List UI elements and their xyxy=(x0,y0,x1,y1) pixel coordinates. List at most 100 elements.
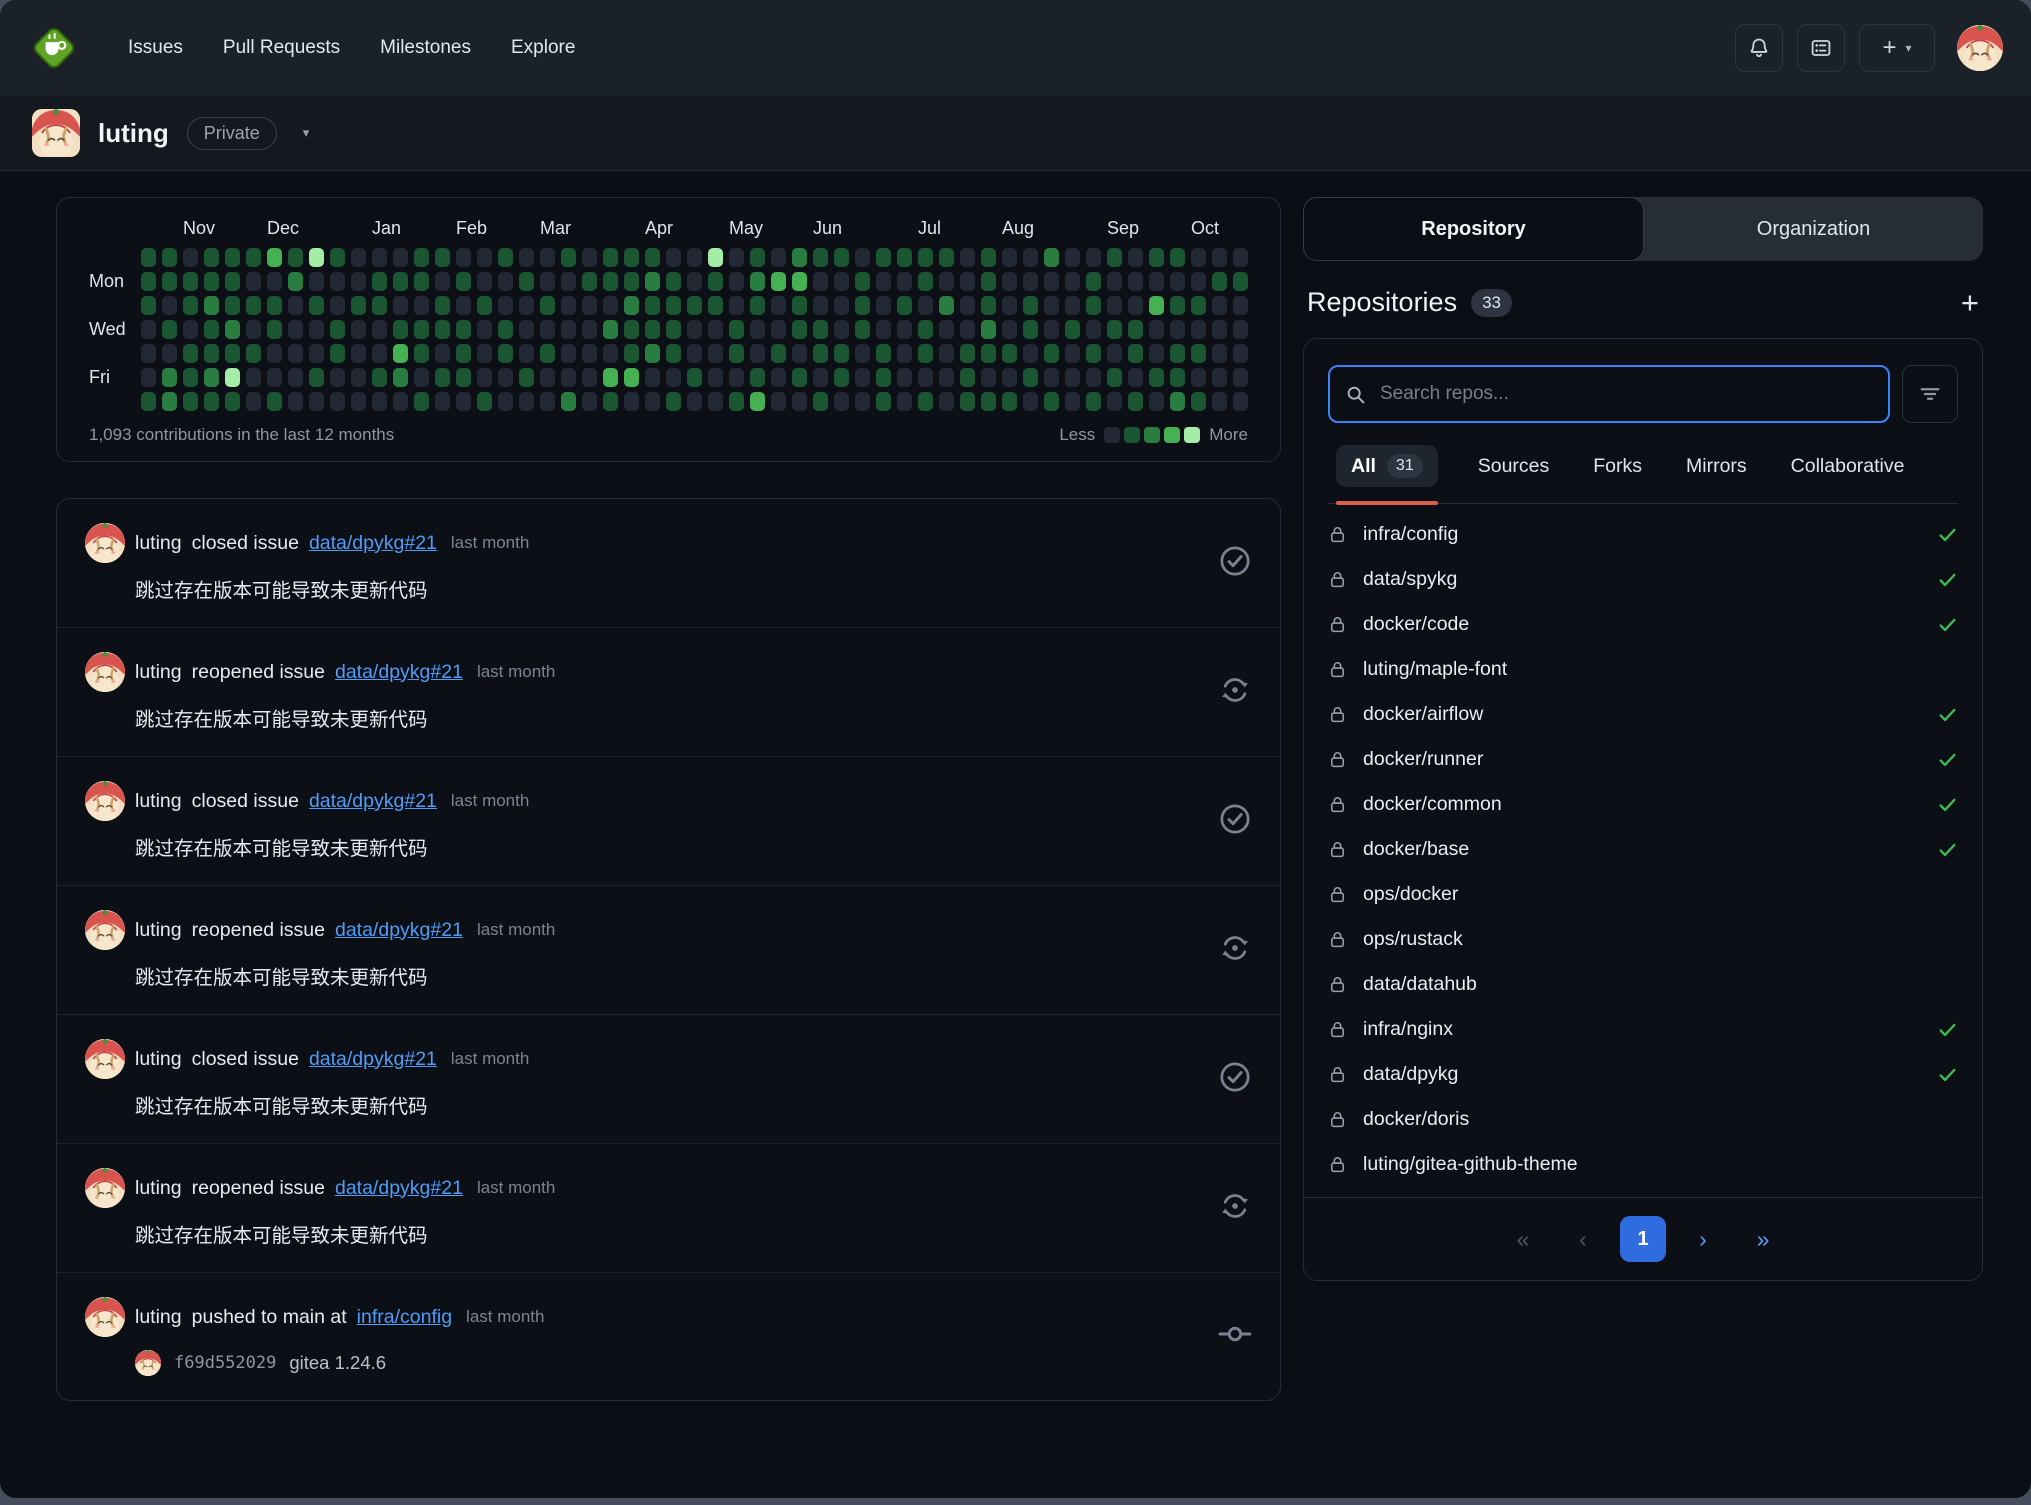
heatmap-cell xyxy=(624,248,639,267)
user-avatar[interactable] xyxy=(1957,25,2003,71)
actor-name[interactable]: luting xyxy=(135,1306,182,1329)
notifications-button[interactable] xyxy=(1735,24,1783,72)
filter-tab-forks[interactable]: Forks xyxy=(1589,446,1646,503)
filter-tab-all[interactable]: All31 xyxy=(1336,445,1438,503)
feed-repo-link[interactable]: data/dpykg#21 xyxy=(335,1177,463,1200)
heatmap-cell xyxy=(771,320,786,339)
page-1-button[interactable]: 1 xyxy=(1620,1216,1666,1262)
menu-item-pull-requests[interactable]: Pull Requests xyxy=(205,27,358,69)
feed-repo-link[interactable]: infra/config xyxy=(357,1306,452,1329)
heatmap-cell xyxy=(876,344,891,363)
heatmap-cell xyxy=(519,344,534,363)
repo-row[interactable]: data/dpykg xyxy=(1328,1052,1958,1097)
heatmap-cell xyxy=(582,392,597,411)
heatmap-cell xyxy=(372,392,387,411)
issue-closed-icon xyxy=(1198,1060,1252,1099)
last-page-button[interactable]: » xyxy=(1740,1216,1786,1262)
actor-name[interactable]: luting xyxy=(135,1177,182,1200)
menu-item-explore[interactable]: Explore xyxy=(493,27,593,69)
menu-item-milestones[interactable]: Milestones xyxy=(362,27,489,69)
issue-reopened-icon xyxy=(1198,673,1252,712)
repo-row[interactable]: infra/nginx xyxy=(1328,1007,1958,1052)
add-repository-button[interactable]: + xyxy=(1961,287,1979,318)
repo-row[interactable]: luting/maple-font xyxy=(1328,647,1958,692)
lock-icon xyxy=(1328,705,1347,724)
actor-name[interactable]: luting xyxy=(135,790,182,813)
heatmap-cell xyxy=(498,368,513,387)
repo-row[interactable]: docker/base xyxy=(1328,827,1958,872)
profile-avatar[interactable] xyxy=(32,109,80,157)
actor-avatar[interactable] xyxy=(85,523,125,563)
prev-page-button[interactable]: ‹ xyxy=(1560,1216,1606,1262)
repo-filter-button[interactable] xyxy=(1902,365,1958,423)
heatmap-cell xyxy=(1107,296,1122,315)
repo-row[interactable]: luting/gitea-github-theme xyxy=(1328,1142,1958,1187)
heatmap-cell xyxy=(918,320,933,339)
next-page-button[interactable]: › xyxy=(1680,1216,1726,1262)
heatmap-cell xyxy=(645,392,660,411)
heatmap-cell xyxy=(162,296,177,315)
actor-avatar[interactable] xyxy=(85,910,125,950)
heatmap-cell xyxy=(372,320,387,339)
chevron-down-icon[interactable]: ▾ xyxy=(303,125,310,141)
feed-repo-link[interactable]: data/dpykg#21 xyxy=(309,532,437,555)
filter-tab-mirrors[interactable]: Mirrors xyxy=(1682,446,1751,503)
lock-icon xyxy=(1328,975,1347,994)
heatmap-month-label: Aug xyxy=(1002,218,1034,239)
first-page-button[interactable]: « xyxy=(1500,1216,1546,1262)
repo-row[interactable]: ops/docker xyxy=(1328,872,1958,917)
profile-username: luting xyxy=(98,118,169,149)
feed-repo-link[interactable]: data/dpykg#21 xyxy=(309,790,437,813)
heatmap-cell xyxy=(939,320,954,339)
tab-repository[interactable]: Repository xyxy=(1303,197,1644,261)
heatmap-cell xyxy=(855,272,870,291)
filter-tab-collaborative[interactable]: Collaborative xyxy=(1787,446,1909,503)
repo-row[interactable]: infra/config xyxy=(1328,512,1958,557)
heatmap-cell xyxy=(855,248,870,267)
heatmap-month-labels: NovDecJanFebMarAprMayJunJulAugSepOct xyxy=(141,218,1248,248)
tab-organization[interactable]: Organization xyxy=(1644,197,1983,261)
heatmap-month-label: Nov xyxy=(183,218,215,239)
feed-action-text: pushed to main at xyxy=(192,1306,347,1329)
feed-repo-link[interactable]: data/dpykg#21 xyxy=(335,661,463,684)
heatmap-cell xyxy=(1107,368,1122,387)
heatmap-cell xyxy=(540,272,555,291)
repo-row[interactable]: ops/rustack xyxy=(1328,917,1958,962)
heatmap-cell xyxy=(267,344,282,363)
actor-avatar[interactable] xyxy=(85,652,125,692)
filter-tab-sources[interactable]: Sources xyxy=(1474,446,1554,503)
feed-repo-link[interactable]: data/dpykg#21 xyxy=(335,919,463,942)
heatmap-cell xyxy=(645,296,660,315)
repo-row[interactable]: data/spykg xyxy=(1328,557,1958,602)
actor-name[interactable]: luting xyxy=(135,661,182,684)
server-monitor-button[interactable] xyxy=(1797,24,1845,72)
repo-row[interactable]: docker/code xyxy=(1328,602,1958,647)
actor-avatar[interactable] xyxy=(85,1168,125,1208)
repo-name: docker/runner xyxy=(1363,748,1483,771)
repo-row[interactable]: docker/common xyxy=(1328,782,1958,827)
actor-name[interactable]: luting xyxy=(135,919,182,942)
actor-avatar[interactable] xyxy=(85,1297,125,1337)
filter-tab-label: Mirrors xyxy=(1686,455,1747,478)
heatmap-cell xyxy=(141,320,156,339)
heatmap-cell xyxy=(1002,344,1017,363)
heatmap-cell xyxy=(1086,296,1101,315)
heatmap-cell xyxy=(561,344,576,363)
commit-hash-link[interactable]: f69d552029 xyxy=(174,1353,276,1373)
actor-avatar[interactable] xyxy=(85,781,125,821)
gitea-logo-icon[interactable] xyxy=(28,22,80,74)
repo-row[interactable]: docker/airflow xyxy=(1328,692,1958,737)
actor-name[interactable]: luting xyxy=(135,1048,182,1071)
actor-avatar[interactable] xyxy=(85,1039,125,1079)
menu-item-issues[interactable]: Issues xyxy=(110,27,201,69)
repo-row[interactable]: docker/doris xyxy=(1328,1097,1958,1142)
actor-name[interactable]: luting xyxy=(135,532,182,555)
create-new-button[interactable]: + ▾ xyxy=(1859,24,1935,72)
repo-row[interactable]: docker/runner xyxy=(1328,737,1958,782)
heatmap-cell xyxy=(1065,248,1080,267)
heatmap-cell xyxy=(918,368,933,387)
feed-repo-link[interactable]: data/dpykg#21 xyxy=(309,1048,437,1071)
heatmap-cell xyxy=(1002,392,1017,411)
repo-row[interactable]: data/datahub xyxy=(1328,962,1958,1007)
repo-search-input[interactable] xyxy=(1378,382,1873,406)
